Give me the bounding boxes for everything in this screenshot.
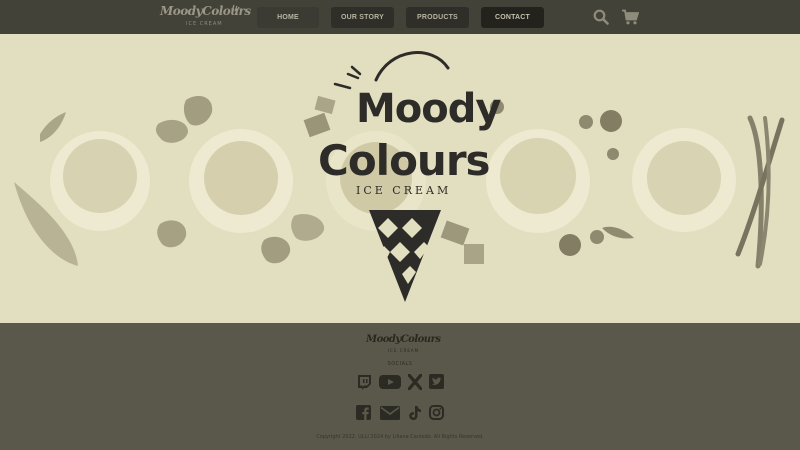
facebook-icon[interactable] [356,405,371,420]
search-icon[interactable] [593,9,609,25]
email-icon[interactable] [380,406,400,420]
instagram-icon[interactable] [429,405,444,420]
footer-copyright: Copyright 2022. ULLI 2024 by Liliana Can… [316,434,484,440]
nav-contact-button[interactable]: CONTACT [481,7,544,28]
footer-social-label: SOCIALS [387,361,413,367]
footer-logo-text: MoodyColours [366,334,441,345]
twitter-icon[interactable] [429,374,444,389]
cart-icon[interactable] [621,9,639,25]
youtube-icon[interactable] [379,374,401,390]
nav-logo-sub: ICE CREAM [186,21,223,27]
nav-products-button[interactable]: PRODUCTS [406,7,469,28]
logo-sparkle-icon [231,4,240,12]
nav-logo[interactable]: MoodyColours ICE CREAM [160,3,251,31]
twitch-icon[interactable] [356,374,372,390]
footer-logo[interactable]: MoodyColours ICE CREAM [366,331,441,357]
nav-home-button[interactable]: HOME [257,7,319,28]
top-nav: MoodyColours ICE CREAM HOME OUR STORY PR… [0,0,800,34]
footer: MoodyColours ICE CREAM SOCIALS Copyright… [0,323,800,450]
hero-brand-line1: Moody [356,86,501,132]
tiktok-icon[interactable] [408,405,422,421]
hero-brand-sub: ICE CREAM [356,184,452,197]
nav-our-story-button[interactable]: OUR STORY [331,7,394,28]
hero-brand-logo: Moody Colours ICE CREAM [0,34,800,323]
x-icon[interactable] [408,374,422,390]
footer-logo-sub: ICE CREAM [388,348,420,353]
hero-banner: Moody Colours ICE CREAM [0,34,800,323]
hero-brand-line2: Colours [318,136,491,185]
